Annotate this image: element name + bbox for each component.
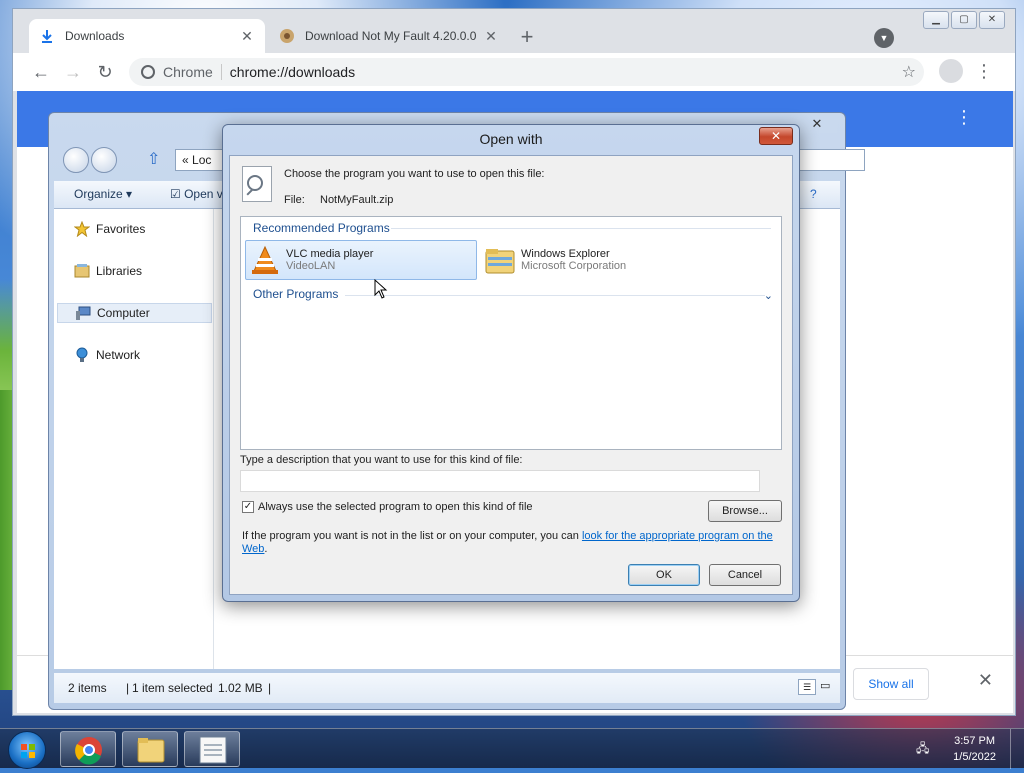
status-item-count: 2 items xyxy=(68,681,107,695)
address-chevrons: « xyxy=(182,153,189,167)
libraries-icon xyxy=(74,263,90,279)
forward-button[interactable]: → xyxy=(61,61,85,85)
dialog-close-button[interactable]: ✕ xyxy=(759,127,793,145)
program-list: Recommended Programs VLC media player Vi… xyxy=(240,216,782,450)
browser-toolbar: ← → ↻ Chrome chrome://downloads ☆ xyxy=(13,53,1015,91)
back-button[interactable]: ← xyxy=(29,61,53,85)
program-vendor: VideoLAN xyxy=(286,260,336,272)
show-desktop-button[interactable] xyxy=(1010,729,1024,769)
group-divider xyxy=(345,295,765,296)
program-vlc[interactable]: VLC media player VideoLAN xyxy=(245,240,477,280)
clock-time: 3:57 PM xyxy=(954,735,996,747)
explorer-folder-icon xyxy=(485,245,515,275)
minimize-button[interactable]: ▁ xyxy=(923,11,949,29)
program-name: Windows Explorer xyxy=(521,248,610,260)
tab-title: Download Not My Fault 4.20.0.0 xyxy=(305,29,477,43)
clock-date: 1/5/2022 xyxy=(953,751,996,763)
status-size: 1.02 MB xyxy=(218,681,263,695)
chrome-site-icon xyxy=(141,65,155,79)
network-icon xyxy=(74,347,90,363)
navigation-pane: Favorites Libraries Computer Network xyxy=(54,209,214,669)
reload-button[interactable]: ↻ xyxy=(93,61,117,85)
vlc-cone-icon xyxy=(250,245,280,275)
dialog-prompt: Choose the program you want to use to op… xyxy=(284,168,545,180)
chevron-down-icon[interactable]: ⌄ xyxy=(764,289,773,302)
program-windows-explorer[interactable]: Windows Explorer Microsoft Corporation xyxy=(481,240,713,280)
nav-libraries[interactable]: Libraries xyxy=(74,263,142,279)
show-all-button[interactable]: Show all xyxy=(853,668,929,700)
preview-view-icon[interactable]: ▭ xyxy=(820,679,836,695)
close-shelf-icon[interactable]: ✕ xyxy=(978,670,993,691)
taskbar-notepad[interactable] xyxy=(184,731,240,767)
always-use-label: Always use the selected program to open … xyxy=(258,501,533,513)
cancel-button[interactable]: Cancel xyxy=(709,564,781,586)
other-programs-header[interactable]: Other Programs xyxy=(253,287,338,301)
nav-favorites[interactable]: Favorites xyxy=(73,220,145,238)
new-tab-button[interactable]: + xyxy=(513,23,541,51)
window-controls: ▁ ▢ ✕ xyxy=(923,11,1005,29)
help-note: If the program you want is not in the li… xyxy=(242,530,773,555)
search-file-icon xyxy=(242,166,272,202)
close-tab-icon[interactable]: ✕ xyxy=(239,28,255,44)
details-view-icon[interactable]: ☰ xyxy=(798,679,816,695)
description-input[interactable] xyxy=(240,470,760,492)
help-icon[interactable]: ? xyxy=(810,187,817,201)
app-icon xyxy=(279,28,295,44)
close-tab-icon[interactable]: ✕ xyxy=(483,28,499,44)
explorer-close-button[interactable]: ✕ xyxy=(797,115,837,133)
taskbar-explorer[interactable] xyxy=(122,731,178,767)
address-bar[interactable]: Chrome chrome://downloads ☆ xyxy=(129,58,924,86)
explorer-folder-icon xyxy=(137,738,165,763)
up-arrow-icon[interactable]: ⇧ xyxy=(147,149,160,169)
program-vendor: Microsoft Corporation xyxy=(521,260,627,272)
star-icon xyxy=(73,220,91,238)
file-label: File: xyxy=(284,194,305,206)
address-path: Loc xyxy=(192,153,212,167)
open-button[interactable]: ☑ Open v xyxy=(170,187,223,201)
start-button[interactable] xyxy=(8,731,46,769)
always-use-checkbox[interactable]: ✓ xyxy=(242,501,254,513)
tab-search-icon[interactable]: ▼ xyxy=(874,28,894,48)
tab-download-notmyfault[interactable]: Download Not My Fault 4.20.0.0 ✕ xyxy=(269,19,509,53)
explorer-back-button[interactable] xyxy=(63,147,89,173)
browse-button[interactable]: Browse... xyxy=(708,500,782,522)
explorer-status-bar: 2 items | 1 item selected 1.02 MB | ☰ ▭ xyxy=(54,673,840,703)
site-name: Chrome xyxy=(163,64,222,80)
chrome-menu-icon[interactable]: ⋮ xyxy=(975,59,993,83)
dialog-title: Open with xyxy=(479,131,543,147)
notepad-icon xyxy=(199,736,227,764)
url-text: chrome://downloads xyxy=(229,64,356,80)
dialog-body: Choose the program you want to use to op… xyxy=(229,155,793,595)
tab-title: Downloads xyxy=(65,29,125,43)
tab-downloads[interactable]: Downloads ✕ xyxy=(29,19,265,53)
download-icon xyxy=(39,28,55,44)
organize-button[interactable]: Organize ▾ xyxy=(74,187,132,201)
more-actions-icon[interactable]: ⋮ xyxy=(955,107,973,128)
file-name: NotMyFault.zip xyxy=(320,194,394,206)
close-window-button[interactable]: ✕ xyxy=(979,11,1005,29)
nav-computer[interactable]: Computer xyxy=(57,303,212,323)
profile-avatar[interactable] xyxy=(939,59,963,83)
network-tray-icon[interactable]: 🖧 xyxy=(916,739,932,755)
status-divider: | xyxy=(126,681,130,695)
open-with-dialog: Open with ✕ Choose the program you want … xyxy=(222,124,800,602)
recommended-programs-header: Recommended Programs xyxy=(253,221,390,235)
status-selected: 1 item selected xyxy=(132,681,213,695)
bookmark-star-icon[interactable]: ☆ xyxy=(902,62,916,82)
status-divider: | xyxy=(268,681,272,695)
mouse-cursor-icon xyxy=(374,279,388,299)
chrome-icon xyxy=(75,737,102,765)
group-divider xyxy=(391,228,771,229)
taskbar: 🖧 3:57 PM 1/5/2022 xyxy=(0,728,1024,769)
description-label: Type a description that you want to use … xyxy=(240,454,523,466)
computer-icon xyxy=(75,305,91,321)
tab-strip: Downloads ✕ Download Not My Fault 4.20.0… xyxy=(13,9,1015,53)
explorer-forward-button[interactable] xyxy=(91,147,117,173)
clock[interactable]: 3:57 PM 1/5/2022 xyxy=(953,733,996,765)
program-name: VLC media player xyxy=(286,248,374,260)
taskbar-chrome[interactable] xyxy=(60,731,116,767)
ok-button[interactable]: OK xyxy=(628,564,700,586)
nav-network[interactable]: Network xyxy=(74,347,140,363)
maximize-button[interactable]: ▢ xyxy=(951,11,977,29)
